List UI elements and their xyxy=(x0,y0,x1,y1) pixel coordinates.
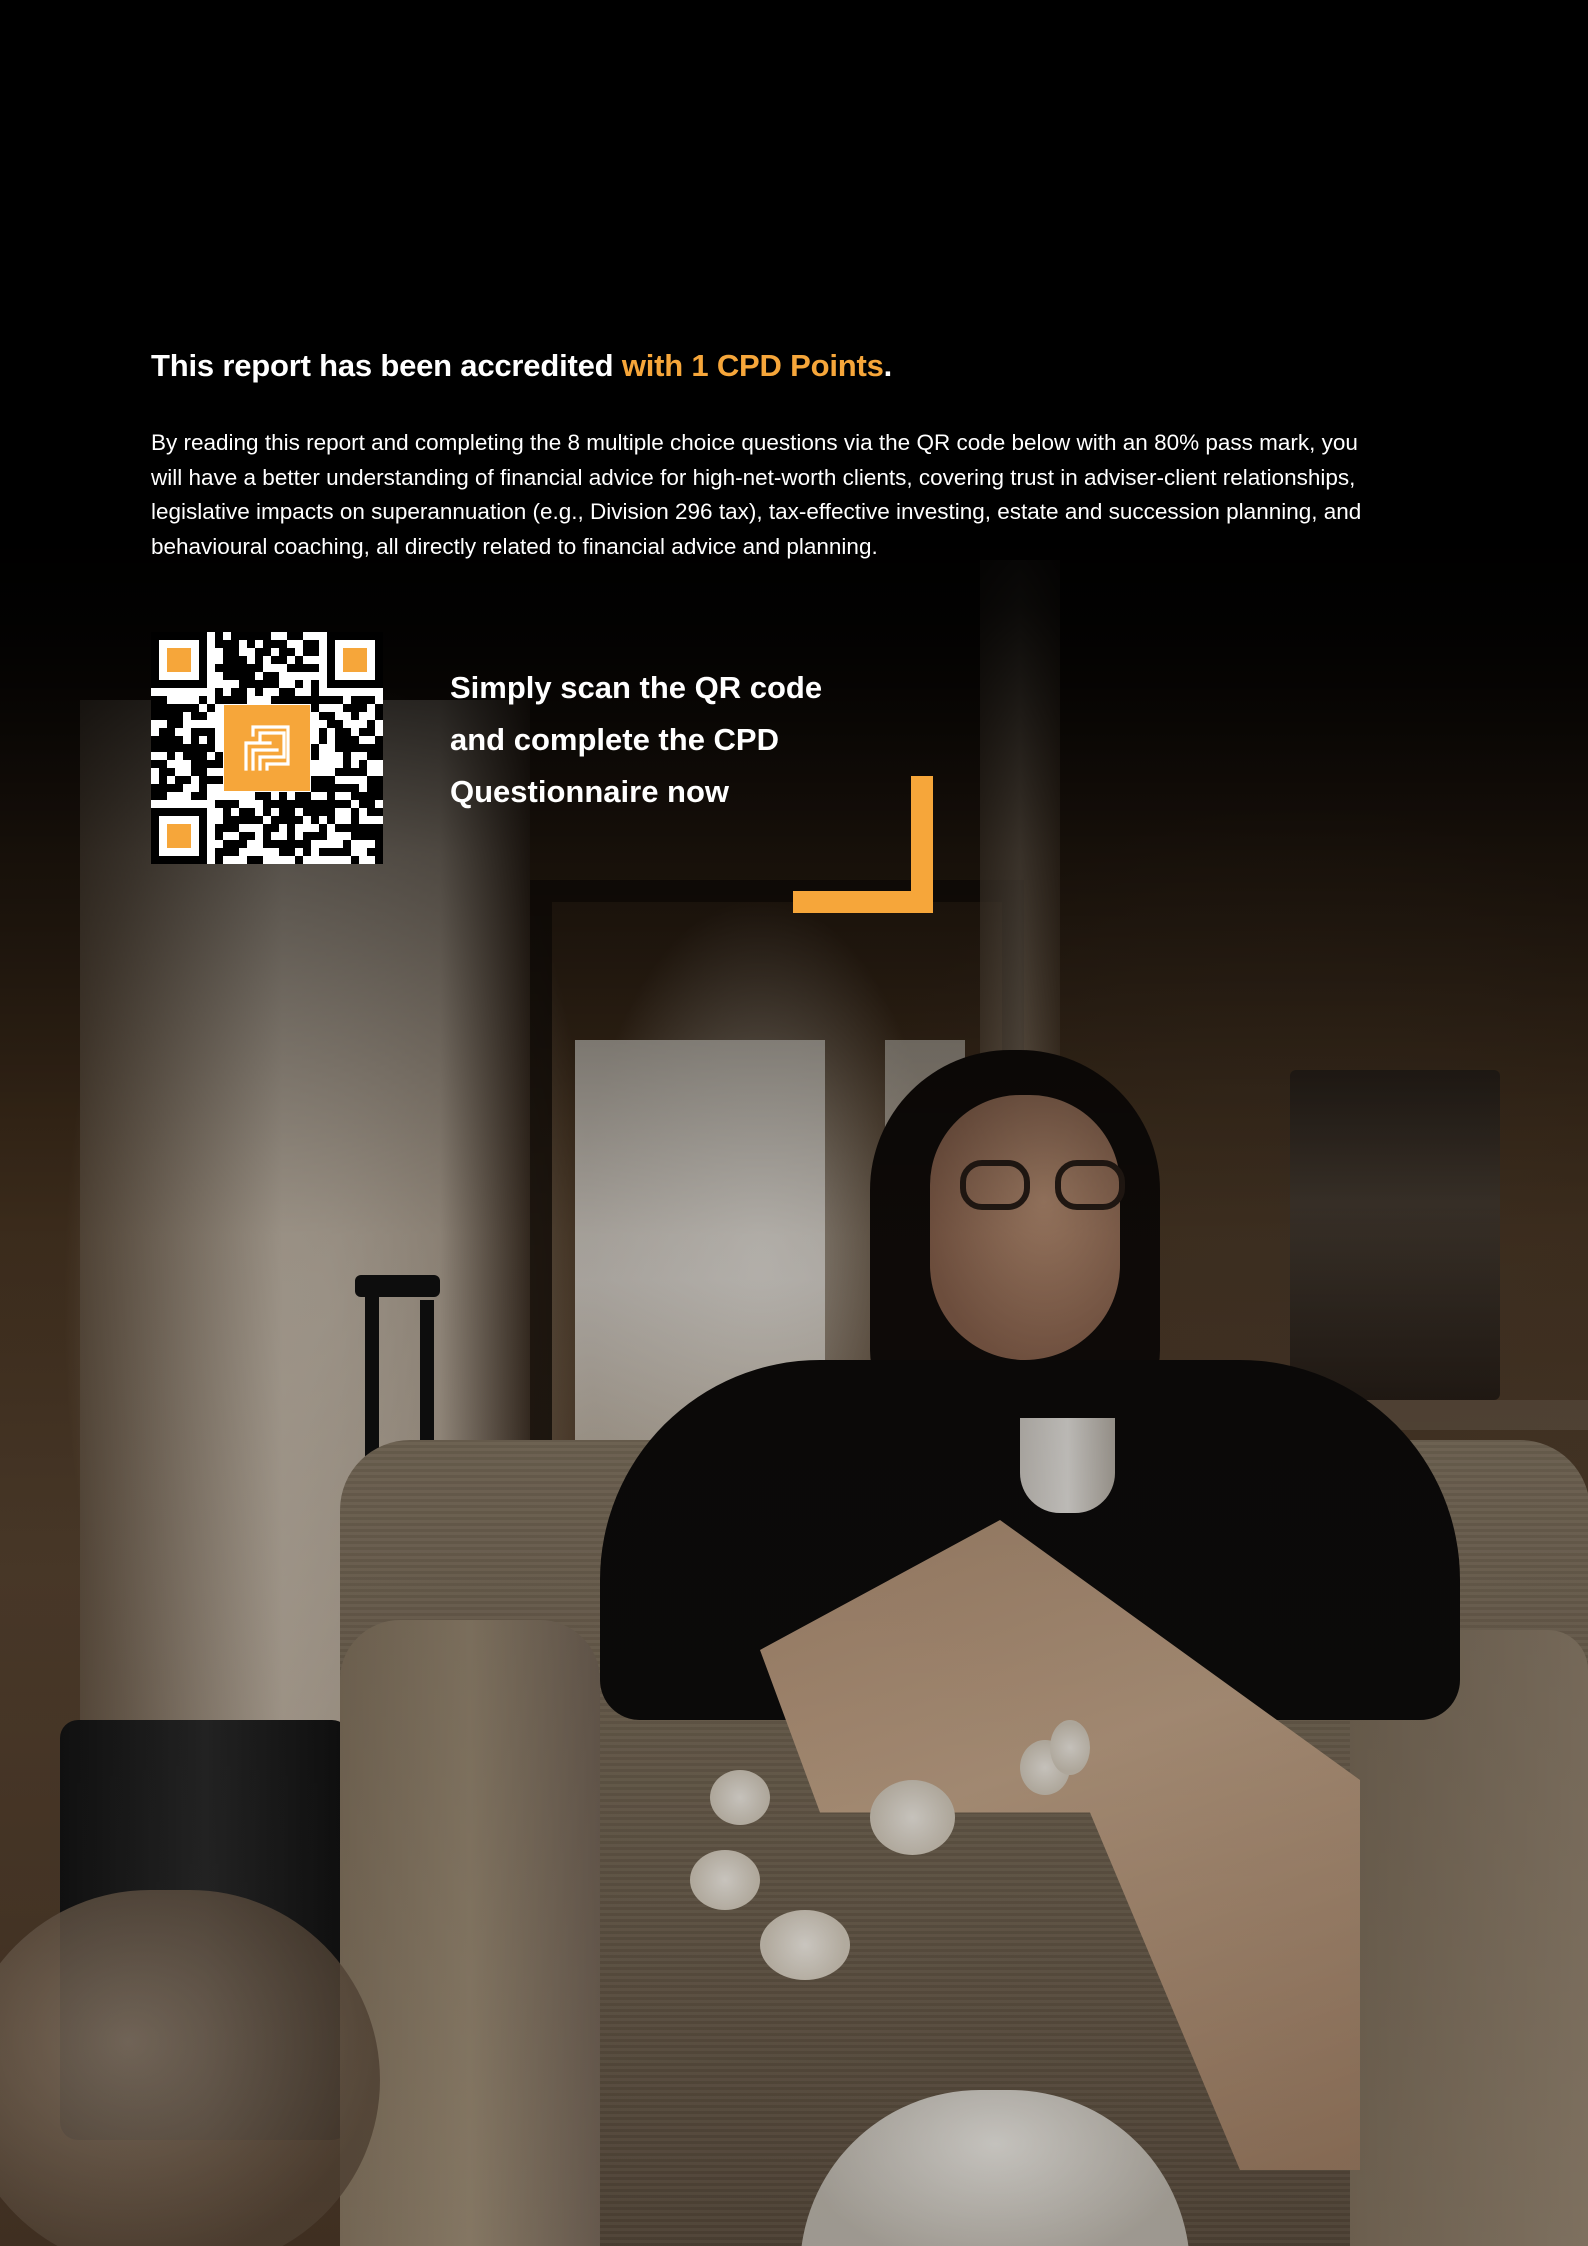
background-photo xyxy=(0,0,1588,2246)
heading-accent: with 1 CPD Points xyxy=(621,348,884,383)
qr-code-icon[interactable] xyxy=(151,632,383,864)
cpd-page: This report has been accredited with 1 C… xyxy=(0,0,1588,2246)
heading-prefix: This report has been accredited xyxy=(151,348,622,383)
accreditation-heading: This report has been accredited with 1 C… xyxy=(151,348,892,384)
brand-logo-icon xyxy=(224,705,310,791)
cta-line-1: Simply scan the QR code xyxy=(450,670,823,705)
accreditation-description: By reading this report and completing th… xyxy=(151,430,1362,559)
corner-bracket-decoration xyxy=(793,776,933,913)
heading-suffix: . xyxy=(883,348,893,383)
cta-line-2: and complete the CPD xyxy=(450,722,779,757)
